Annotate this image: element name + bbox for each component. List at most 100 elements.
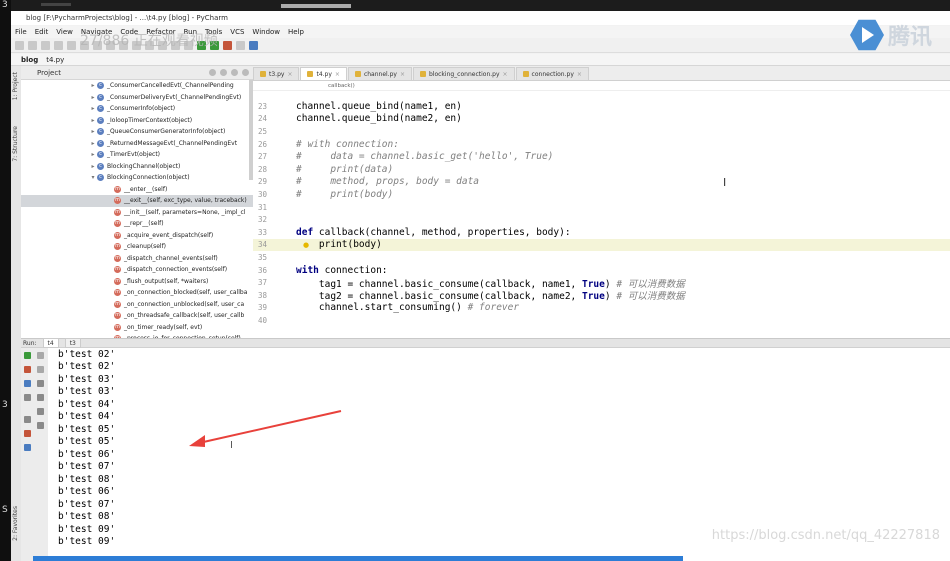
project-tool-tab[interactable]: 1: Project	[12, 72, 19, 100]
code-line[interactable]: 29 # method, props, body = data	[253, 176, 950, 189]
tree-method-item[interactable]: m __init__(self, parameters=None, _impl_c…	[21, 207, 253, 219]
menu-item-file[interactable]: File	[11, 28, 31, 36]
run-tab-t3[interactable]: t3	[64, 338, 81, 348]
code-line[interactable]: 40	[253, 314, 950, 327]
soft-wrap-icon[interactable]	[37, 380, 44, 387]
tree-method-item[interactable]: m _cleanup(self)	[21, 241, 253, 253]
nav-crumb-file[interactable]: t4.py	[46, 56, 64, 64]
close-tab-icon[interactable]: ×	[335, 71, 340, 78]
sync-icon[interactable]	[41, 40, 50, 50]
nav-crumb-project[interactable]: blog	[21, 56, 38, 64]
close-tab-icon[interactable]: ×	[503, 71, 508, 78]
code-line[interactable]: 27 # data = channel.basic_get('hello', Tr…	[253, 150, 950, 163]
run-tab-t4[interactable]: t4	[42, 338, 59, 348]
close-tab-icon[interactable]: ×	[287, 71, 292, 78]
tree-method-item[interactable]: m _on_connection_unblocked(self, user_ca	[21, 299, 253, 311]
up-arrow-icon[interactable]	[37, 352, 44, 359]
menu-item-vcs[interactable]: VCS	[226, 28, 248, 36]
tree-method-item[interactable]: m _on_timer_ready(self, evt)	[21, 322, 253, 334]
tree-method-item[interactable]: m _on_threadsafe_callback(self, user_call…	[21, 310, 253, 322]
chevron-right-icon[interactable]: ▸	[89, 151, 97, 158]
menu-item-edit[interactable]: Edit	[31, 28, 53, 36]
editor-crumb-function[interactable]: callback()	[328, 83, 355, 89]
tree-method-item[interactable]: m _dispatch_connection_events(self)	[21, 264, 253, 276]
lightbulb-icon[interactable]: ●	[303, 241, 309, 249]
gear-icon[interactable]	[231, 69, 238, 76]
editor-tab-channel-py[interactable]: channel.py ×	[347, 67, 412, 80]
pin-icon[interactable]	[24, 416, 31, 423]
tree-method-item[interactable]: m _dispatch_channel_events(self)	[21, 253, 253, 265]
menu-item-view[interactable]: View	[52, 28, 77, 36]
chevron-right-icon[interactable]: ▸	[89, 128, 97, 135]
code-line[interactable]: 23 channel.queue_bind(name1, en)	[253, 100, 950, 113]
help-icon[interactable]	[249, 40, 258, 50]
code-line[interactable]: 25	[253, 125, 950, 138]
tree-class-item[interactable]: ▸ c _IoloopTimerContext(object)	[21, 115, 253, 127]
close-tab-icon[interactable]: ×	[577, 71, 582, 78]
redo-icon[interactable]	[67, 40, 76, 50]
code-line[interactable]: 28 # print(data)	[253, 163, 950, 176]
code-line[interactable]: 37 tag1 = channel.basic_consume(callback…	[253, 276, 950, 290]
tree-class-item[interactable]: ▸ c _QueueConsumerGeneratorInfo(object)	[21, 126, 253, 138]
print-icon[interactable]	[37, 408, 44, 415]
tree-class-item[interactable]: ▸ c _TimerEvt(object)	[21, 149, 253, 161]
code-line[interactable]: 26 # with connection:	[253, 138, 950, 151]
code-line[interactable]: 39 channel.start_consuming() # forever	[253, 302, 950, 315]
structure-tool-tab[interactable]: 7: Structure	[12, 126, 19, 162]
open-icon[interactable]	[15, 40, 24, 50]
tree-class-item[interactable]: ▸ c _ConsumerDeliveryEvt(_ChannelPendingEv…	[21, 92, 253, 104]
stop-run-icon[interactable]	[24, 366, 31, 373]
tree-method-item[interactable]: m __exit__(self, exc_type, value, traceba…	[21, 195, 253, 207]
code-line[interactable]: 33 def callback(channel, method, properti…	[253, 226, 950, 239]
code-area[interactable]: 23 channel.queue_bind(name1, en) 24 channel…	[253, 100, 950, 327]
tree-class-item[interactable]: ▸ c _ConsumerInfo(object)	[21, 103, 253, 115]
project-panel-label[interactable]: Project	[37, 69, 61, 77]
editor-tab-t4-py[interactable]: t4.py ×	[300, 67, 347, 80]
editor-tab-t3-py[interactable]: t3.py ×	[253, 67, 300, 80]
editor-tab-blocking_connection-py[interactable]: blocking_connection.py ×	[412, 67, 515, 80]
chevron-right-icon[interactable]: ▸	[89, 82, 97, 89]
rerun-icon[interactable]	[24, 352, 31, 359]
favorites-tool-tab[interactable]: 2: Favorites	[12, 506, 19, 541]
video-progress-bar[interactable]	[33, 556, 683, 561]
chevron-right-icon[interactable]: ▸	[89, 140, 97, 147]
tree-method-item[interactable]: m _flush_output(self, *waiters)	[21, 276, 253, 288]
settings-icon[interactable]	[236, 40, 245, 50]
chevron-right-icon[interactable]: ▸	[89, 163, 97, 170]
chevron-right-icon[interactable]: ▸	[89, 105, 97, 112]
down-arrow-icon[interactable]	[37, 366, 44, 373]
tree-method-item[interactable]: m __enter__(self)	[21, 184, 253, 196]
tree-class-item[interactable]: ▸ c _ReturnedMessageEvt(_ChannelPendingEvt	[21, 138, 253, 150]
save-icon[interactable]	[28, 40, 37, 50]
tree-method-item[interactable]: m _on_connection_blocked(self, user_callb…	[21, 287, 253, 299]
undo-icon[interactable]	[54, 40, 63, 50]
scroll-end-icon[interactable]	[37, 394, 44, 401]
chevron-right-icon[interactable]: ▸	[89, 117, 97, 124]
code-line[interactable]: 35	[253, 251, 950, 264]
close-run-icon[interactable]	[24, 430, 31, 437]
tree-class-item[interactable]: ▸ c BlockingChannel(object)	[21, 161, 253, 173]
trash-icon[interactable]	[37, 422, 44, 429]
code-line[interactable]: 36 with connection:	[253, 264, 950, 277]
tree-method-item[interactable]: m __repr__(self)	[21, 218, 253, 230]
tree-method-item[interactable]: m _acquire_event_dispatch(self)	[21, 230, 253, 242]
code-line[interactable]: 38 tag2 = channel.basic_consume(callback…	[253, 289, 950, 303]
hide-icon[interactable]	[242, 69, 249, 76]
stop-icon[interactable]	[223, 40, 232, 50]
code-line[interactable]: 24 channel.queue_bind(name2, en)	[253, 113, 950, 126]
code-line[interactable]: 31	[253, 201, 950, 214]
code-line[interactable]: 30 # print(body)	[253, 188, 950, 201]
collapse-icon[interactable]	[220, 69, 227, 76]
restore-layout-icon[interactable]	[24, 394, 31, 401]
menu-item-help[interactable]: Help	[284, 28, 308, 36]
close-tab-icon[interactable]: ×	[400, 71, 405, 78]
locate-icon[interactable]	[209, 69, 216, 76]
code-line[interactable]: 32	[253, 213, 950, 226]
chevron-down-icon[interactable]: ▾	[89, 174, 97, 181]
code-line[interactable]: 34 print(body) ●	[253, 238, 950, 252]
pause-icon[interactable]	[24, 380, 31, 387]
editor-tab-connection-py[interactable]: connection.py ×	[515, 67, 589, 80]
tree-class-item[interactable]: ▾ c BlockingConnection(object)	[21, 172, 253, 184]
tree-class-item[interactable]: ▸ c _ConsumerCancelledEvt(_ChannelPending	[21, 80, 253, 92]
question-icon[interactable]	[24, 444, 31, 451]
